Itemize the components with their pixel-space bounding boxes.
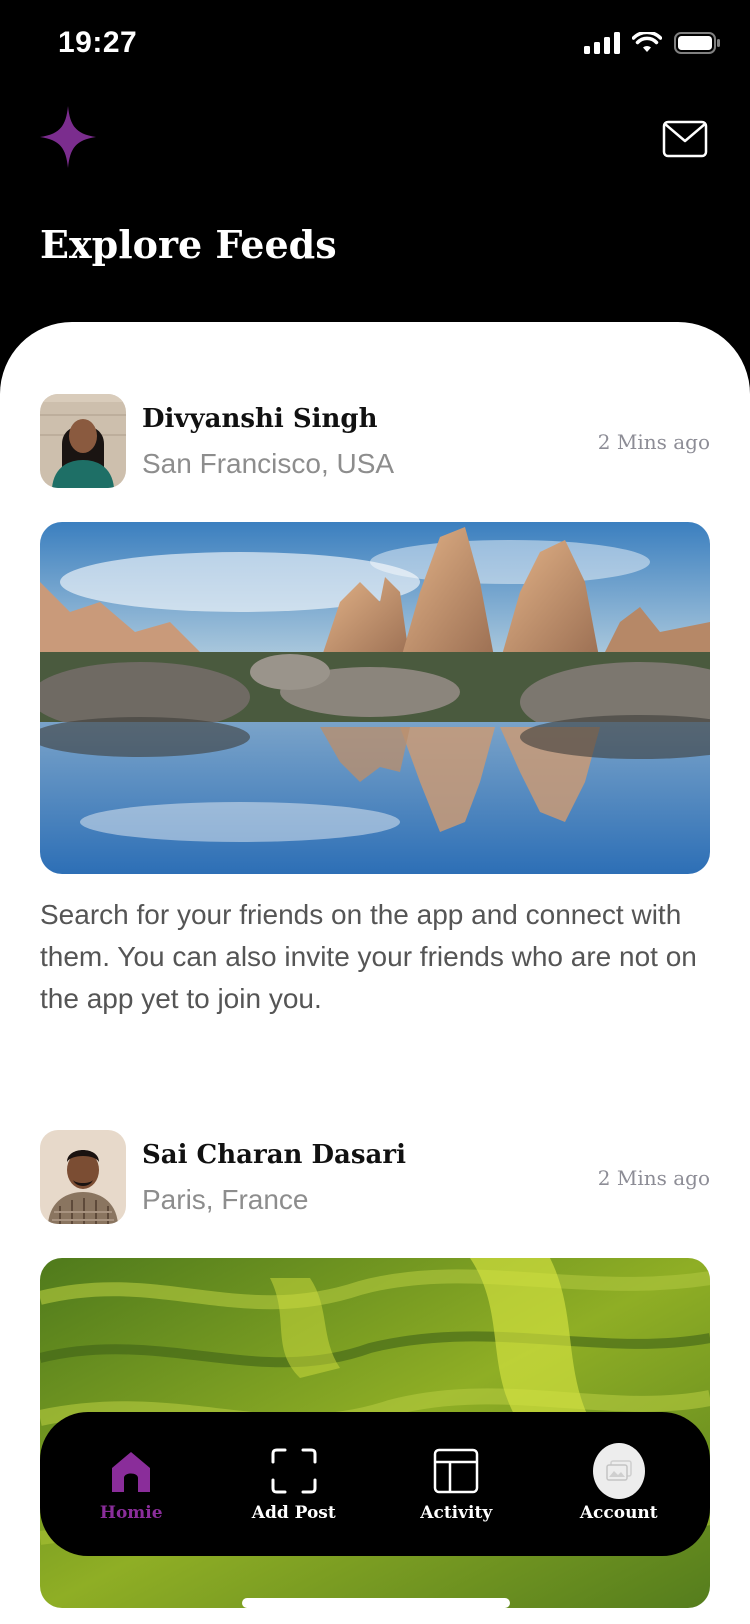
- page-title: Explore Feeds: [40, 222, 337, 267]
- bottom-nav: Homie Add Post Activity Account: [40, 1412, 710, 1556]
- activity-layout-icon: [430, 1445, 482, 1497]
- envelope-icon[interactable]: [662, 120, 708, 158]
- post-timestamp: 2 Mins ago: [597, 430, 710, 454]
- author-location: San Francisco, USA: [142, 448, 395, 479]
- status-bar: 19:27: [0, 0, 750, 90]
- avatar[interactable]: [40, 394, 126, 488]
- nav-label-add-post: Add Post: [251, 1503, 336, 1523]
- feed-post: Divyanshi Singh San Francisco, USA 2 Min…: [40, 394, 710, 1014]
- nav-label-home: Homie: [99, 1503, 163, 1523]
- nav-item-activity[interactable]: Activity: [381, 1445, 531, 1523]
- account-image-icon: [592, 1443, 645, 1499]
- home-icon: [105, 1445, 157, 1497]
- sparkle-star-icon: [40, 106, 96, 168]
- battery-icon: [674, 32, 720, 54]
- author-name[interactable]: Sai Charan Dasari: [142, 1140, 406, 1170]
- nav-label-account: Account: [579, 1503, 658, 1523]
- author-name[interactable]: Divyanshi Singh: [142, 404, 378, 434]
- home-indicator[interactable]: [242, 1598, 510, 1608]
- post-timestamp: 2 Mins ago: [597, 1166, 710, 1190]
- add-post-frame-icon: [268, 1445, 320, 1497]
- post-image-mountain-lake[interactable]: [40, 522, 710, 874]
- nav-label-activity: Activity: [420, 1503, 493, 1523]
- cellular-signal-icon: [584, 32, 620, 54]
- avatar[interactable]: [40, 1130, 126, 1224]
- author-location: Paris, France: [142, 1184, 309, 1215]
- post-header[interactable]: Divyanshi Singh San Francisco, USA 2 Min…: [40, 394, 710, 490]
- nav-item-add-post[interactable]: Add Post: [219, 1445, 369, 1523]
- nav-item-home[interactable]: Homie: [56, 1445, 206, 1523]
- post-header[interactable]: Sai Charan Dasari Paris, France 2 Mins a…: [40, 1130, 710, 1226]
- post-caption: Search for your friends on the app and c…: [40, 899, 697, 1014]
- status-icons: [584, 32, 720, 54]
- feed-post: Sai Charan Dasari Paris, France 2 Mins a…: [40, 1130, 710, 1608]
- wifi-icon: [632, 32, 662, 52]
- nav-item-account[interactable]: Account: [544, 1443, 694, 1523]
- status-time: 19:27: [58, 26, 138, 59]
